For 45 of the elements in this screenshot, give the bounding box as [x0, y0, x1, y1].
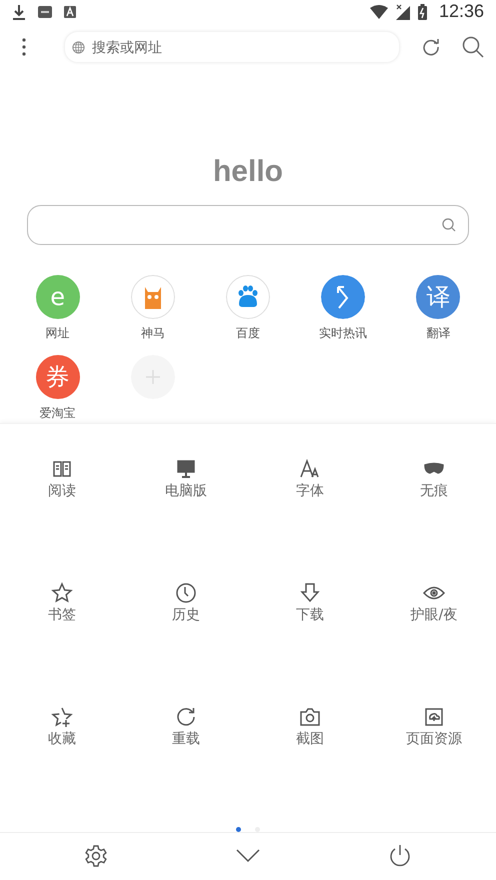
- battery-icon: [418, 4, 427, 20]
- menu-item-label[interactable]: 截图: [296, 730, 324, 748]
- collapse-chevron-icon[interactable]: [236, 849, 260, 864]
- menu-item-label[interactable]: 阅读: [48, 482, 76, 500]
- menu-item-label[interactable]: 收藏: [48, 730, 76, 748]
- logo-text: hello: [212, 154, 283, 189]
- shortcut-label[interactable]: 网址: [46, 324, 70, 342]
- monitor-icon[interactable]: [175, 458, 197, 480]
- refresh-icon[interactable]: [422, 38, 440, 56]
- star-icon[interactable]: [51, 582, 73, 604]
- menu-item-label[interactable]: 下载: [296, 606, 324, 624]
- font-icon[interactable]: [299, 458, 321, 480]
- shortcut-icon[interactable]: 译: [416, 274, 460, 319]
- paw-icon[interactable]: [226, 274, 270, 319]
- signal-icon: [396, 4, 410, 20]
- menu-item-label[interactable]: 页面资源: [406, 730, 462, 748]
- menu-item-label[interactable]: 电脑版: [165, 482, 207, 500]
- shortcut-icon[interactable]: 券: [36, 354, 80, 399]
- menu-item-label[interactable]: 字体: [296, 482, 324, 500]
- shortcut-label[interactable]: 实时热讯: [319, 324, 368, 342]
- search-field[interactable]: [27, 204, 469, 245]
- clock-icon[interactable]: [175, 582, 197, 604]
- address-field[interactable]: 搜索或网址: [64, 31, 400, 64]
- starplus-icon[interactable]: [51, 706, 73, 728]
- settings-icon[interactable]: [84, 844, 108, 868]
- shortcut-label[interactable]: 翻译: [426, 324, 450, 342]
- menu-item-label[interactable]: 历史: [172, 606, 200, 624]
- search-icon[interactable]: [462, 36, 484, 58]
- search-icon[interactable]: [442, 218, 456, 232]
- camera-icon[interactable]: [299, 706, 321, 728]
- menu-item-label[interactable]: 重载: [172, 730, 200, 748]
- menu-item-label[interactable]: 无痕: [420, 482, 448, 500]
- menu-item-label[interactable]: 书签: [48, 606, 76, 624]
- reload-icon[interactable]: [175, 706, 197, 728]
- more-menu-icon[interactable]: [22, 38, 26, 56]
- download-icon[interactable]: [299, 582, 321, 604]
- shortcut-label[interactable]: 百度: [236, 324, 260, 342]
- menu-item-label[interactable]: 护眼/夜: [410, 606, 458, 624]
- status-time: 12:36: [438, 1, 484, 22]
- resource-icon[interactable]: [423, 706, 445, 728]
- power-icon[interactable]: [388, 844, 412, 868]
- wifi-icon: [370, 4, 388, 19]
- shortcut-label[interactable]: 神马: [140, 324, 165, 342]
- download-icon: [12, 4, 26, 20]
- shortcut-label[interactable]: 爱淘宝: [40, 404, 76, 422]
